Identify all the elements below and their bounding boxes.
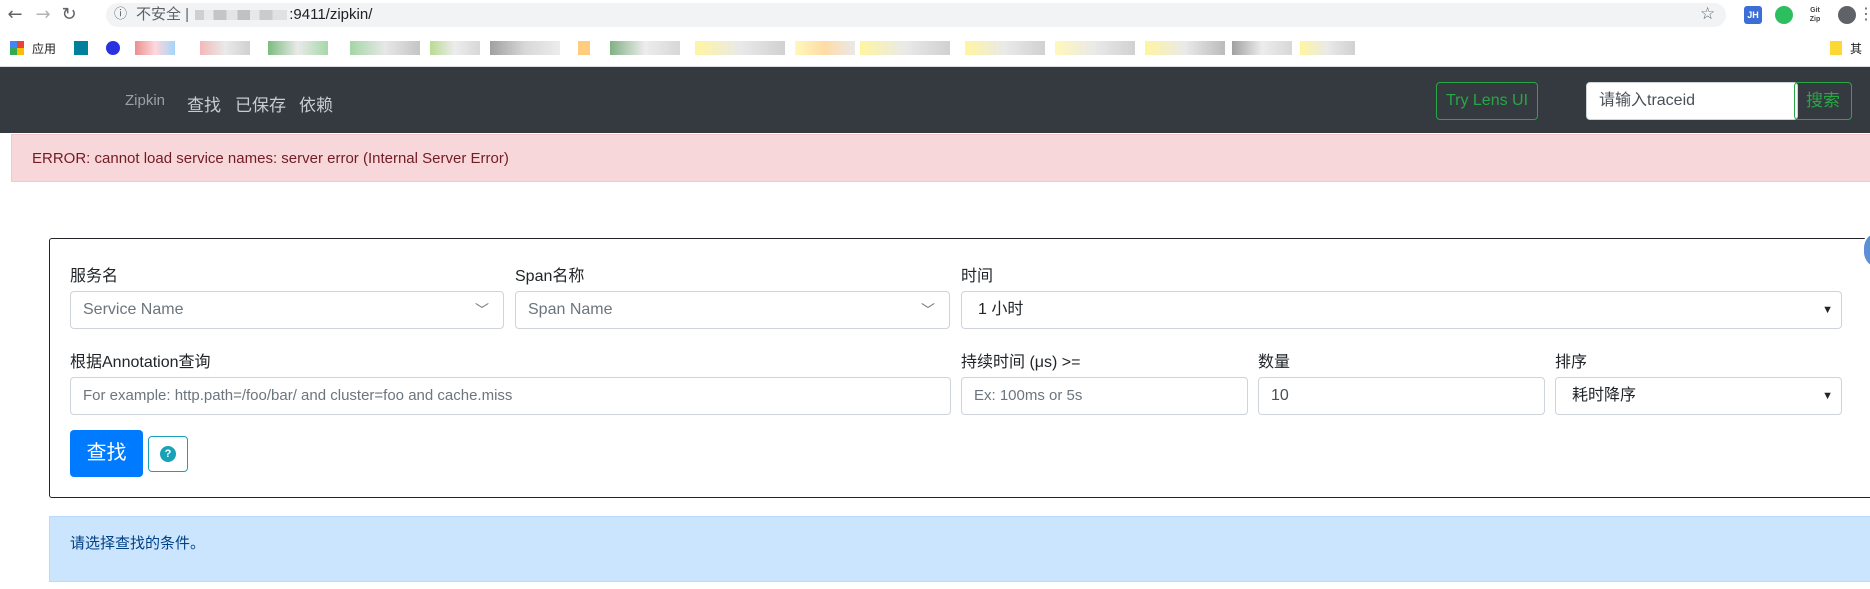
jh-extension-icon[interactable]: JH [1744,6,1762,24]
chevron-down-icon: ﹀ [475,302,489,318]
redacted-bookmark[interactable] [578,41,590,55]
redacted-bookmark[interactable] [695,41,785,55]
bing-icon[interactable] [74,41,88,55]
menu-icon[interactable]: ⋮ [1858,4,1870,24]
nav-find[interactable]: 查找 [187,91,221,116]
limit-label: 数量 [1258,354,1291,371]
limit-input[interactable]: 10 [1258,377,1545,415]
bookmark-other[interactable]: 其 [1850,40,1862,57]
time-select[interactable]: 1 小时 ▼ [961,291,1842,329]
question-circle-icon: ? [160,446,176,462]
reload-icon[interactable]: ↻ [58,4,80,26]
redacted-bookmark[interactable] [200,41,250,55]
search-form-card [49,238,1870,498]
nav-saved[interactable]: 已保存 [235,91,286,116]
url-path: :9411/zipkin/ [289,6,373,23]
redacted-bookmark[interactable] [1145,41,1225,55]
span-name-label: Span名称 [515,268,585,285]
find-button[interactable]: 查找 [70,430,143,477]
try-lens-button[interactable]: Try Lens UI [1436,82,1538,120]
service-name-select[interactable]: Service Name ﹀ [70,291,504,329]
traceid-search-button[interactable]: 搜索 [1794,82,1852,120]
browser-address-bar: ← → ↻ ⓘ 不安全 | :9411/zipkin/ ☆ JH Git Zip… [0,0,1870,30]
nav-dependencies[interactable]: 依赖 [299,91,333,116]
redacted-bookmark[interactable] [1055,41,1135,55]
forward-icon[interactable]: → [32,4,54,26]
bookmark-star-icon[interactable]: ☆ [1700,4,1715,24]
back-icon[interactable]: ← [4,4,26,26]
caret-down-icon: ▼ [1822,304,1833,316]
service-name-placeholder: Service Name [83,301,184,318]
span-name-placeholder: Span Name [528,301,613,318]
redacted-bookmark[interactable] [135,41,175,55]
span-name-select[interactable]: Span Name ﹀ [515,291,950,329]
redacted-bookmark[interactable] [430,41,480,55]
duration-input[interactable]: Ex: 100ms or 5s [961,377,1248,415]
redacted-bookmark[interactable] [490,41,560,55]
annotation-query-input[interactable]: For example: http.path=/foo/bar/ and clu… [70,377,951,415]
profile-icon[interactable] [1838,6,1856,24]
bookmark-apps[interactable]: 应用 [32,40,56,57]
annotation-query-label: 根据Annotation查询 [70,354,211,371]
apps-grid-icon[interactable] [10,41,24,55]
sort-value: 耗时降序 [1572,387,1637,404]
redacted-bookmark[interactable] [795,41,855,55]
chevron-down-icon: ﹀ [921,302,935,318]
info-alert: 请选择查找的条件。 [49,516,1870,582]
evernote-icon[interactable] [1775,6,1793,24]
redacted-bookmark[interactable] [1232,41,1292,55]
sort-label: 排序 [1555,354,1588,371]
duration-label: 持续时间 (μs) >= [961,354,1081,371]
redacted-bookmark[interactable] [610,41,680,55]
error-alert: ERROR: cannot load service names: server… [11,134,1870,182]
folder-icon[interactable] [1830,41,1842,55]
service-name-label: 服务名 [70,268,119,285]
redacted-bookmark[interactable] [350,41,420,55]
info-icon[interactable]: ⓘ [114,3,127,27]
redacted-bookmark[interactable] [860,41,950,55]
redacted-bookmark[interactable] [965,41,1045,55]
traceid-input[interactable]: 请输入traceid [1586,82,1798,120]
gitzip-icon[interactable]: Git Zip [1806,6,1824,24]
time-label: 时间 [961,268,994,285]
redacted-bookmark[interactable] [1300,41,1355,55]
redacted-host [195,10,288,21]
url-field[interactable]: ⓘ 不安全 | :9411/zipkin/ [106,3,1726,27]
redacted-bookmark[interactable] [268,41,328,55]
bookmarks-bar: 应用 其 [0,30,1870,67]
help-button[interactable]: ? [148,436,188,472]
time-value: 1 小时 [978,301,1024,318]
baidu-icon[interactable] [106,41,120,55]
brand-logo[interactable]: Zipkin [125,92,165,109]
insecure-label: 不安全 | [136,6,190,23]
app-navbar: Zipkin 查找 已保存 依赖 Try Lens UI 请输入traceid … [0,67,1870,133]
sort-select[interactable]: 耗时降序 ▼ [1555,377,1842,415]
caret-down-icon: ▼ [1822,390,1833,402]
